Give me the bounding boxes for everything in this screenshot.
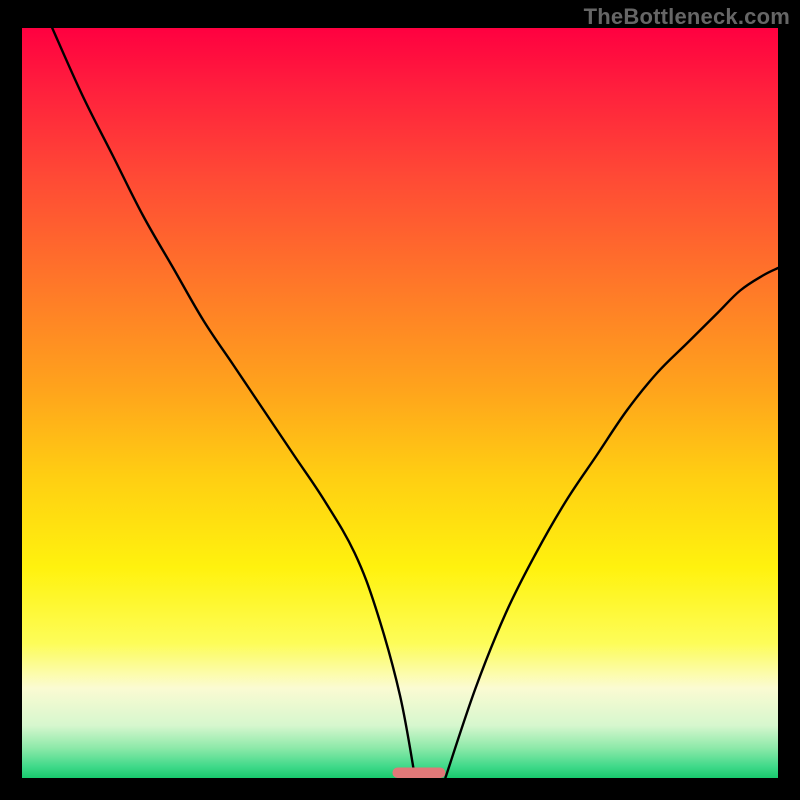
bottleneck-chart xyxy=(22,28,778,778)
chart-frame: TheBottleneck.com xyxy=(0,0,800,800)
optimal-range-marker xyxy=(392,768,445,779)
gradient-background xyxy=(22,28,778,778)
watermark-label: TheBottleneck.com xyxy=(584,4,790,30)
plot-area xyxy=(22,28,778,778)
